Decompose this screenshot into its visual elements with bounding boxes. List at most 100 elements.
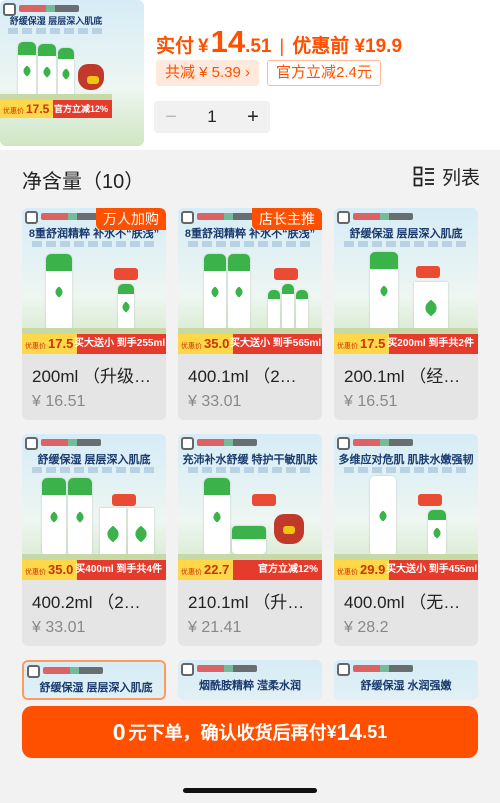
sku-image-headline: 多维应对危肌 肌肤水嫩强韧 bbox=[338, 454, 474, 466]
promo-price-tag: 优惠价 35.0 bbox=[178, 334, 234, 354]
promo-price-tag: 优惠价 22.7 bbox=[178, 560, 234, 580]
bottle-icon bbox=[370, 476, 396, 556]
sku-image-subline bbox=[188, 467, 312, 473]
sku-card[interactable]: 8重舒润精粹 补水不“肤浅” 优惠价 35.0 买大送小 到手565ml 店长主推… bbox=[178, 208, 322, 420]
promo-text: 买大送小 到手565ml bbox=[230, 338, 322, 349]
sku-name: 200ml （升级… bbox=[32, 367, 152, 386]
promo-price-value: 35.0 bbox=[204, 336, 230, 351]
promo-text: 官方立减12% bbox=[53, 104, 108, 114]
promo-price-value: 17.5 bbox=[360, 336, 386, 351]
cta-zero: 0 bbox=[112, 718, 126, 745]
sku-price: ¥ 16.51 bbox=[32, 393, 86, 410]
sku-card[interactable]: 多维应对危肌 肌肤水嫩强韧 优惠价 29.9 买大送小 到手455ml 400.0… bbox=[334, 434, 478, 646]
sku-card[interactable]: 舒缓保湿 层层深入肌底 优惠价 35.0 买400ml 到手共4件 400.2ml… bbox=[22, 434, 166, 646]
box-package-icon bbox=[100, 508, 126, 556]
net-content-title: 净含量（10） bbox=[22, 171, 145, 193]
sku-image-headline: 烟酰胺精粹 滢柔水润 bbox=[198, 680, 302, 692]
promo-bar: 优惠价 29.9 买大送小 到手455ml bbox=[334, 560, 478, 580]
cat-badge-icon bbox=[114, 268, 138, 280]
bottle-icon bbox=[68, 478, 92, 556]
sku-price: ¥ 28.2 bbox=[344, 619, 389, 636]
thumbnail-subline bbox=[8, 28, 104, 34]
promo-price-value: 17.5 bbox=[48, 336, 74, 351]
brand-logo-icon bbox=[41, 439, 101, 446]
brand-logo-icon bbox=[197, 665, 257, 672]
promo-price-prefix: 优惠价 bbox=[25, 569, 46, 576]
promo-text: 官方立减12% bbox=[257, 564, 318, 575]
promo-text: 买大送小 到手455ml bbox=[386, 564, 478, 575]
brand-logo-icon bbox=[353, 213, 413, 220]
sku-image-headline: 舒缓保湿 层层深入肌底 bbox=[39, 682, 153, 694]
bottle-icon bbox=[204, 478, 230, 556]
expand-square-icon bbox=[181, 211, 194, 224]
quantity-value[interactable]: 1 bbox=[188, 107, 236, 127]
quantity-stepper: − 1 + bbox=[154, 101, 270, 133]
expand-square-icon bbox=[27, 665, 40, 678]
decrease-quantity-button[interactable]: − bbox=[154, 101, 188, 133]
promo-price-value: 29.9 bbox=[360, 562, 386, 577]
sku-image-subline bbox=[32, 241, 156, 247]
price-decimal: .51 bbox=[245, 36, 272, 57]
bottle-icon bbox=[268, 290, 280, 330]
sku-card[interactable]: 舒缓保湿 层层深入肌底 bbox=[22, 660, 166, 700]
bottle-icon bbox=[296, 290, 308, 330]
gift-bag-icon bbox=[274, 514, 304, 544]
sku-name: 400.1ml （2… bbox=[188, 367, 297, 386]
promo-price-value: 35.0 bbox=[48, 562, 74, 577]
expand-square-icon bbox=[25, 437, 38, 450]
bottle-icon bbox=[58, 48, 74, 100]
cta-currency: ¥ bbox=[326, 721, 337, 742]
order-now-button[interactable]: 0 元下单，确认收货后再付 ¥ 14 .51 bbox=[22, 706, 478, 758]
promo-bar: 优惠价 17.5 买大送小 到手255ml bbox=[22, 334, 166, 354]
expand-square-icon bbox=[181, 437, 194, 450]
bottle-icon bbox=[18, 42, 36, 100]
sku-name: 210.1ml （升… bbox=[188, 593, 305, 612]
sku-card[interactable]: 充沛补水舒缓 特护干敏肌肤 优惠价 22.7 官方立减12% 210.1ml （升… bbox=[178, 434, 322, 646]
promo-price-prefix: 优惠价 bbox=[3, 108, 24, 115]
cta-text: 元下单，确认收货后再付 bbox=[128, 723, 327, 743]
sku-card[interactable]: 烟酰胺精粹 滢柔水润 bbox=[178, 660, 322, 700]
sku-name: 400.0ml （无… bbox=[344, 593, 461, 612]
sku-image-headline: 充沛补水舒缓 特护干敏肌肤 bbox=[182, 454, 318, 466]
official-discount-chip: 官方立减2.4元 bbox=[267, 60, 381, 86]
promo-bar: 优惠价 22.7 官方立减12% bbox=[178, 560, 322, 580]
price-currency: ¥ bbox=[198, 36, 209, 57]
promo-text: 买400ml 到手共4件 bbox=[75, 564, 162, 575]
bottle-icon bbox=[428, 510, 446, 556]
promo-text: 买大送小 到手255ml bbox=[74, 338, 166, 349]
sku-price: ¥ 16.51 bbox=[344, 393, 398, 410]
total-discount-chip[interactable]: 共减 ¥ 5.39 › bbox=[156, 60, 260, 86]
list-view-label: 列表 bbox=[442, 168, 481, 189]
brand-logo-icon bbox=[41, 213, 101, 220]
sku-image: 烟酰胺精粹 滢柔水润 bbox=[178, 660, 322, 700]
sku-price: ¥ 21.41 bbox=[188, 619, 242, 636]
sku-card[interactable]: 舒缓保湿 水润强嫩 bbox=[334, 660, 478, 700]
cat-badge-icon bbox=[112, 494, 136, 506]
bottle-icon bbox=[282, 284, 294, 330]
promo-price-prefix: 优惠价 bbox=[25, 343, 46, 350]
price-integer: 14 bbox=[210, 24, 246, 59]
brand-logo-icon bbox=[197, 439, 257, 446]
grid-list-icon bbox=[413, 166, 434, 186]
increase-quantity-button[interactable]: + bbox=[236, 101, 270, 133]
list-view-toggle[interactable]: 列表 bbox=[413, 163, 480, 190]
sku-image: 舒缓保湿 层层深入肌底 bbox=[24, 662, 164, 698]
sku-image: 舒缓保湿 层层深入肌底 优惠价 35.0 买400ml 到手共4件 bbox=[22, 434, 166, 580]
sku-image: 多维应对危肌 肌肤水嫩强韧 优惠价 29.9 买大送小 到手455ml bbox=[334, 434, 478, 580]
promo-text: 买200ml 到手共2件 bbox=[387, 338, 474, 349]
sku-price: ¥ 33.01 bbox=[32, 619, 86, 636]
cream-jar-icon bbox=[232, 526, 266, 554]
cat-badge-icon bbox=[416, 266, 440, 278]
price-separator: | bbox=[279, 36, 285, 56]
sku-card[interactable]: 8重舒润精粹 补水不“肤浅” 优惠价 17.5 买大送小 到手255ml 万人加购… bbox=[22, 208, 166, 420]
corner-badge: 店长主推 bbox=[252, 208, 322, 230]
sku-card[interactable]: 舒缓保湿 层层深入肌底 优惠价 17.5 买200ml 到手共2件 200.1ml… bbox=[334, 208, 478, 420]
cta-price-integer: 14 bbox=[336, 718, 363, 745]
sku-image-subline bbox=[344, 467, 468, 473]
brand-logo-icon bbox=[353, 439, 413, 446]
bottle-icon bbox=[370, 252, 398, 330]
promo-price-prefix: 优惠价 bbox=[181, 569, 202, 576]
sku-name: 200.1ml （经… bbox=[344, 367, 461, 386]
promo-bar: 优惠价 35.0 买400ml 到手共4件 bbox=[22, 560, 166, 580]
selected-sku-thumbnail[interactable]: 舒缓保湿 层层深入肌底 优惠价 17.5 官方立减12% bbox=[0, 0, 144, 146]
